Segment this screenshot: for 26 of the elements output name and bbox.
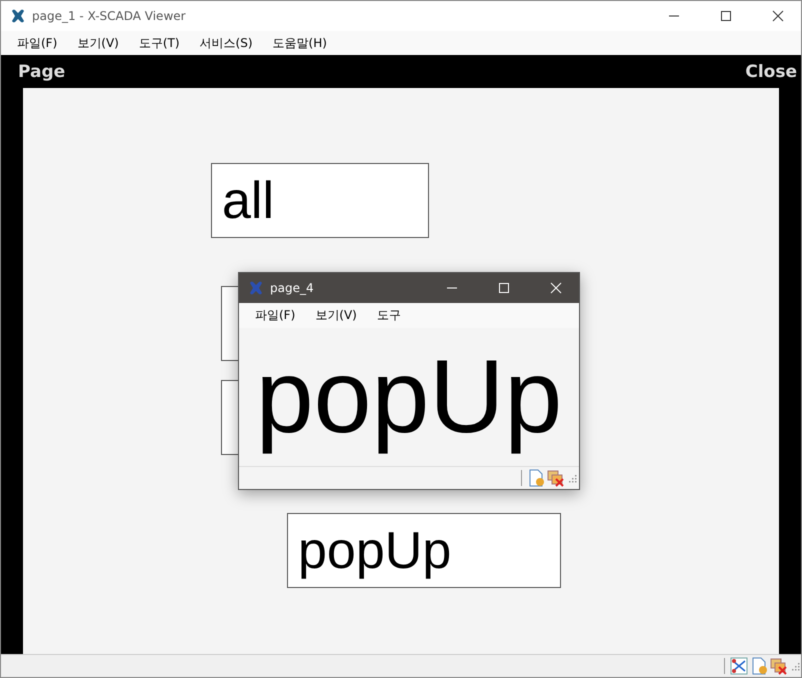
- menu-item[interactable]: 파일(F): [245, 307, 306, 324]
- close-link[interactable]: Close: [745, 62, 797, 82]
- menu-item[interactable]: 보기(V): [67, 34, 129, 52]
- page-title: Page: [18, 62, 66, 82]
- app-logo-icon: [10, 8, 26, 24]
- document-icon[interactable]: [750, 657, 768, 675]
- menu-item[interactable]: 보기(V): [305, 307, 367, 324]
- document-icon[interactable]: [527, 469, 545, 487]
- popup-label: popUp: [256, 338, 562, 457]
- window-title: page_1 - X-SCADA Viewer: [32, 9, 186, 23]
- window-title: page_4: [270, 281, 314, 295]
- windows-close-icon[interactable]: [770, 657, 788, 675]
- resize-grip-icon[interactable]: [567, 473, 577, 483]
- menu-item[interactable]: 파일(F): [7, 34, 68, 52]
- resize-grip-icon[interactable]: [790, 661, 800, 671]
- app-logo-icon: [248, 280, 264, 296]
- close-icon[interactable]: [772, 10, 784, 22]
- text-display: all: [211, 163, 429, 238]
- windows-close-icon[interactable]: [547, 469, 565, 487]
- menu-item[interactable]: 서비스(S): [190, 34, 263, 52]
- menu-item[interactable]: 도구: [366, 307, 411, 324]
- menu-item[interactable]: 도움말(H): [262, 34, 337, 52]
- text-display: popUp: [287, 513, 561, 588]
- maximize-icon[interactable]: [720, 10, 732, 22]
- scissors-icon[interactable]: [730, 657, 748, 675]
- menu-item[interactable]: 도구(T): [128, 34, 190, 52]
